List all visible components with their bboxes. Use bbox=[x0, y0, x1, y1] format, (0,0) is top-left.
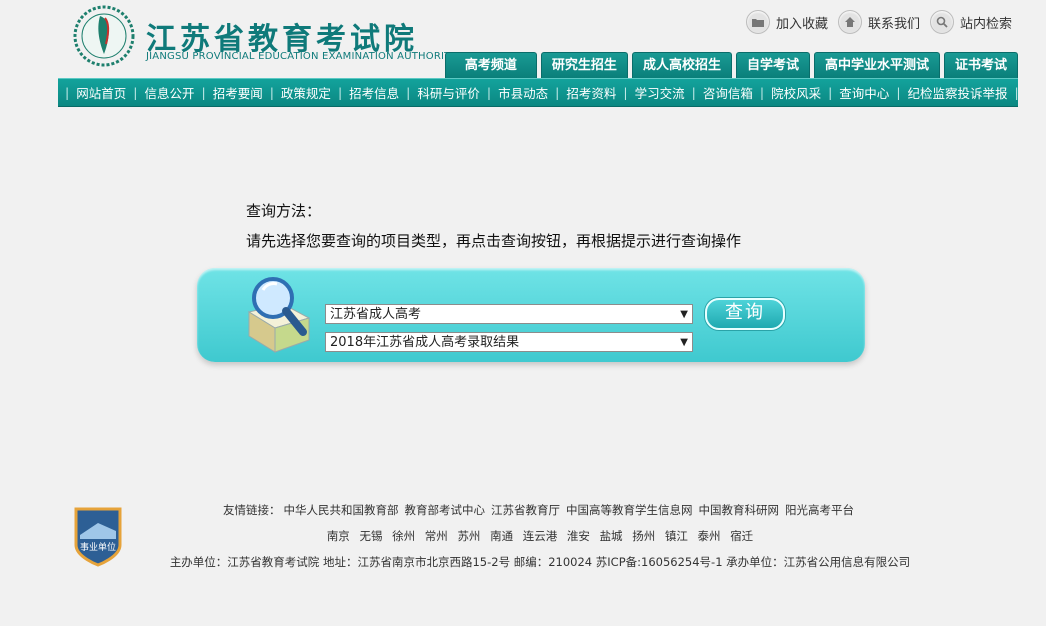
query-panel: 江苏省成人高考 ▼ 2018年江苏省成人高考录取结果 ▼ 查询 bbox=[197, 268, 865, 362]
link-moe[interactable]: 中华人民共和国教育部 bbox=[284, 503, 399, 517]
magnifier-map-icon bbox=[247, 277, 311, 353]
city-link[interactable]: 南京 bbox=[327, 529, 350, 543]
friend-links-label: 友情链接： bbox=[223, 503, 281, 517]
tab-certificate[interactable]: 证书考试 bbox=[943, 52, 1018, 78]
nav-mailbox[interactable]: 咨询信箱 bbox=[703, 83, 753, 102]
city-link[interactable]: 泰州 bbox=[698, 529, 721, 543]
contact-us-label: 联系我们 bbox=[867, 16, 920, 32]
add-favorite-label: 加入收藏 bbox=[775, 16, 828, 32]
folder-icon bbox=[745, 10, 770, 34]
nav-home[interactable]: 网站首页 bbox=[76, 83, 126, 102]
city-link[interactable]: 徐州 bbox=[392, 529, 415, 543]
nav-news[interactable]: 招考要闻 bbox=[213, 83, 263, 102]
link-edu-research[interactable]: 中国教育科研网 bbox=[699, 503, 780, 517]
top-links: 加入收藏 联系我们 站内检索 bbox=[745, 10, 1012, 34]
site-search-link[interactable]: 站内检索 bbox=[929, 10, 1012, 34]
query-item-select[interactable]: 2018年江苏省成人高考录取结果 ▼ bbox=[325, 332, 693, 352]
dropdown-arrow-icon: ▼ bbox=[680, 337, 688, 348]
tab-graduate[interactable]: 研究生招生 bbox=[540, 52, 628, 78]
link-chsi[interactable]: 中国高等教育学生信息网 bbox=[566, 503, 693, 517]
public-institution-badge-icon[interactable]: 事业单位 bbox=[72, 505, 124, 567]
link-jsjyt[interactable]: 江苏省教育厅 bbox=[491, 503, 560, 517]
query-item-value: 2018年江苏省成人高考录取结果 bbox=[330, 335, 520, 350]
nav-complaints[interactable]: 纪检监察投诉举报 bbox=[908, 83, 1008, 102]
site-info: 主办单位：江苏省教育考试院 地址：江苏省南京市北京西路15-2号 邮编：2100… bbox=[169, 555, 911, 569]
city-link[interactable]: 盐城 bbox=[600, 529, 623, 543]
tab-self-study[interactable]: 自学考试 bbox=[735, 52, 810, 78]
city-link[interactable]: 南通 bbox=[490, 529, 513, 543]
link-gaokao-platform[interactable]: 阳光高考平台 bbox=[785, 503, 854, 517]
link-neea[interactable]: 教育部考试中心 bbox=[405, 503, 486, 517]
nav-materials[interactable]: 招考资料 bbox=[566, 83, 616, 102]
instructions-text: 请先选择您要查询的项目类型，再点击查询按钮，再根据提示进行查询操作 bbox=[246, 232, 742, 250]
nav-exam-info[interactable]: 招考信息 bbox=[349, 83, 399, 102]
nav-city-news[interactable]: 市县动态 bbox=[498, 83, 548, 102]
tab-gaokao[interactable]: 高考频道 bbox=[444, 52, 537, 78]
city-link[interactable]: 无锡 bbox=[359, 529, 382, 543]
nav-colleges[interactable]: 院校风采 bbox=[771, 83, 821, 102]
home-icon bbox=[837, 10, 862, 34]
friend-links: 友情链接： 中华人民共和国教育部 教育部考试中心 江苏省教育厅 中国高等教育学生信息网中… bbox=[130, 502, 950, 518]
site-subtitle: JIANGSU PROVINCIAL EDUCATION EXAMINATION… bbox=[146, 51, 457, 62]
dropdown-arrow-icon: ▼ bbox=[680, 309, 688, 320]
nav-research[interactable]: 科研与评价 bbox=[417, 83, 480, 102]
nav-exchange[interactable]: 学习交流 bbox=[635, 83, 685, 102]
city-link[interactable]: 淮安 bbox=[567, 529, 590, 543]
query-button[interactable]: 查询 bbox=[705, 298, 785, 330]
tab-high-school-test[interactable]: 高中学业水平测试 bbox=[813, 52, 940, 78]
nav-query-center[interactable]: 查询中心 bbox=[839, 83, 889, 102]
main-nav: | 网站首页 | 信息公开 | 招考要闻 | 政策规定 | 招考信息 | 科研与评价 | 市… bbox=[58, 78, 1019, 107]
city-link[interactable]: 镇江 bbox=[665, 529, 688, 543]
tab-adult-college[interactable]: 成人高校招生 bbox=[631, 52, 732, 78]
instructions-title: 查询方法： bbox=[246, 202, 322, 220]
channel-tabs: 高考频道 研究生招生 成人高校招生 自学考试 高中学业水平测试 证书考试 bbox=[444, 52, 1018, 78]
nav-info-public[interactable]: 信息公开 bbox=[144, 83, 194, 102]
city-link[interactable]: 苏州 bbox=[457, 529, 480, 543]
city-link[interactable]: 宿迁 bbox=[730, 529, 753, 543]
project-type-value: 江苏省成人高考 bbox=[330, 307, 422, 322]
badge-label: 事业单位 bbox=[80, 541, 116, 553]
site-search-label: 站内检索 bbox=[959, 16, 1012, 32]
nav-policy[interactable]: 政策规定 bbox=[281, 83, 331, 102]
query-instructions: 查询方法： 请先选择您要查询的项目类型，再点击查询按钮，再根据提示进行查询操作 bbox=[246, 196, 741, 256]
add-favorite-link[interactable]: 加入收藏 bbox=[745, 10, 828, 34]
header: 江苏省教育考试院 JIANGSU PROVINCIAL EDUCATION EX… bbox=[58, 0, 1019, 107]
project-type-select[interactable]: 江苏省成人高考 ▼ bbox=[325, 304, 693, 324]
contact-us-link[interactable]: 联系我们 bbox=[837, 10, 920, 34]
city-links: 南京 无锡 徐州 常州 苏州 南通 连云港 淮安 盐城 扬州 镇江 泰州 宿迁 bbox=[130, 528, 950, 544]
city-link[interactable]: 连云港 bbox=[523, 529, 558, 543]
search-icon bbox=[929, 10, 954, 34]
city-link[interactable]: 常州 bbox=[425, 529, 448, 543]
city-link[interactable]: 扬州 bbox=[632, 529, 655, 543]
logo-emblem-icon[interactable] bbox=[72, 4, 136, 68]
